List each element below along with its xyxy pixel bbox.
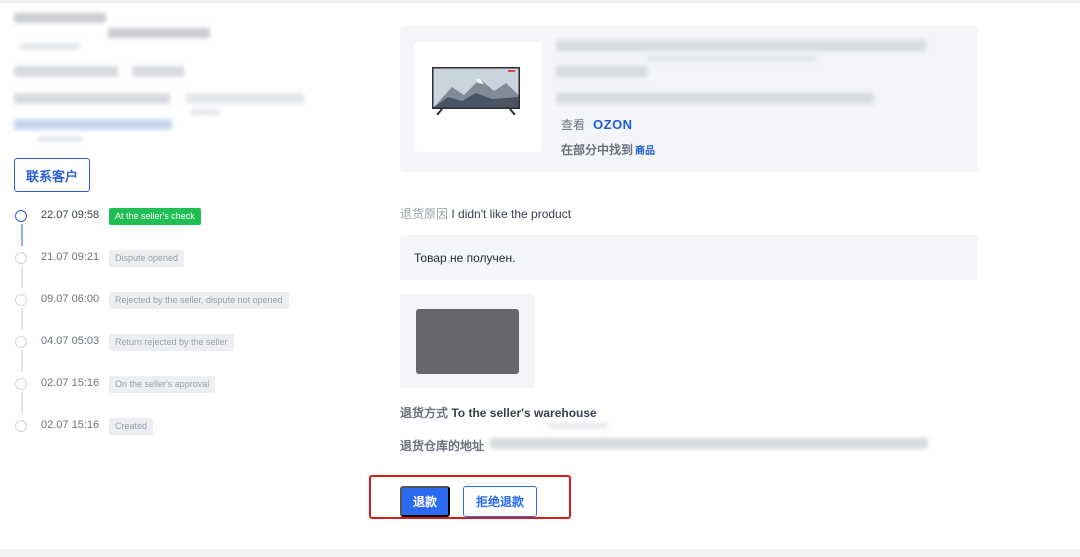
status-badge: On the seller's approval [109, 376, 216, 393]
timeline-item: 04.07 05:03 Return rejected by the selle… [14, 331, 334, 372]
comment-text: Товар не получен. [414, 251, 516, 265]
attached-photo[interactable] [400, 294, 535, 388]
timeline-item: 02.07 15:16 Created [14, 415, 334, 439]
timeline-item: 21.07 09:21 Dispute opened [14, 247, 334, 288]
timeline-item: 09.07 06:00 Rejected by the seller, disp… [14, 289, 334, 330]
top-border [0, 0, 1080, 3]
timeline-dot-icon [15, 294, 27, 306]
status-badge: Rejected by the seller, dispute not open… [109, 292, 289, 309]
return-reason: 退货原因 I didn't like the product [400, 205, 571, 222]
timeline-connector [21, 392, 23, 414]
timeline-item: 22.07 09:58 At the seller's check [14, 205, 334, 246]
product-card: 查看 OZON 在部分中找到 商品 [400, 26, 978, 172]
return-warehouse-address: 退货仓库的地址 [400, 437, 484, 454]
return-method-label: 退货方式 [400, 406, 449, 420]
timeline-connector [21, 350, 23, 372]
timeline-time: 22.07 09:58 [41, 209, 100, 221]
view-on-ozon[interactable]: 查看 OZON [561, 116, 633, 133]
product-image[interactable] [414, 42, 541, 152]
status-badge: Return rejected by the seller [109, 334, 234, 351]
timeline-time: 09.07 06:00 [41, 293, 100, 305]
timeline-time: 02.07 15:16 [41, 419, 100, 431]
status-badge: At the seller's check [109, 208, 201, 225]
timeline-dot-icon [15, 420, 27, 432]
status-badge: Dispute opened [109, 250, 185, 267]
warehouse-label: 退货仓库的地址 [400, 439, 485, 453]
status-badge: Created [109, 418, 154, 435]
timeline-time: 21.07 09:21 [41, 251, 100, 263]
contact-customer-button[interactable]: 联系客户 [14, 158, 90, 192]
view-label: 查看 [561, 118, 586, 132]
return-method: 退货方式 To the seller's warehouse [400, 404, 597, 421]
return-reason-label: 退货原因 [400, 207, 449, 221]
find-product-link[interactable]: 商品 [635, 146, 655, 157]
bottom-border [0, 549, 1080, 557]
find-label: 在部分中找到 [561, 143, 634, 157]
timeline-time: 02.07 15:16 [41, 377, 100, 389]
return-method-value: To the seller's warehouse [451, 406, 597, 420]
customer-comment: Товар не получен. [400, 235, 978, 280]
photo-thumbnail [416, 309, 519, 374]
reject-refund-button[interactable]: 拒绝退款 [463, 486, 537, 517]
timeline-time: 04.07 05:03 [41, 335, 100, 347]
timeline-connector [21, 266, 23, 288]
tv-image [432, 67, 520, 115]
find-in-section: 在部分中找到 商品 [561, 141, 655, 158]
timeline-connector [21, 308, 23, 330]
refund-button[interactable]: 退款 [400, 486, 450, 517]
timeline-connector [21, 224, 23, 246]
return-reason-value: I didn't like the product [451, 207, 572, 221]
ozon-logo[interactable]: OZON [593, 117, 633, 132]
timeline-dot-icon [15, 252, 27, 264]
timeline-dot-icon [15, 210, 27, 222]
timeline-dot-icon [15, 378, 27, 390]
timeline-dot-icon [15, 336, 27, 348]
timeline-item: 02.07 15:16 On the seller's approval [14, 373, 334, 414]
